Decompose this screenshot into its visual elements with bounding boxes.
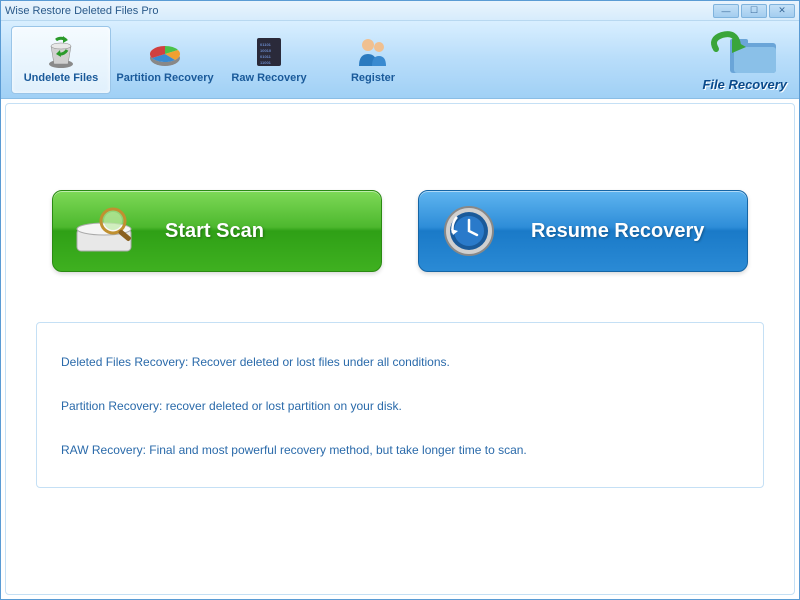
maximize-button[interactable]: ☐	[741, 4, 767, 18]
toolbar-raw-recovery[interactable]: 01101100100101111001 Raw Recovery	[219, 26, 319, 94]
start-scan-label: Start Scan	[165, 220, 381, 243]
info-partition: Partition Recovery: recover deleted or l…	[61, 397, 739, 415]
app-window: Wise Restore Deleted Files Pro — ☐ ✕ Und…	[0, 0, 800, 600]
toolbar-register[interactable]: Register	[323, 26, 423, 94]
svg-text:11001: 11001	[260, 60, 272, 65]
folder-arrow-icon	[708, 29, 782, 75]
toolbar-label: Register	[351, 72, 395, 84]
toolbar: Undelete Files Partition Recovery 011011…	[1, 21, 799, 99]
toolbar-label: Undelete Files	[24, 72, 99, 84]
recycle-bin-icon	[41, 34, 81, 70]
window-controls: — ☐ ✕	[713, 4, 795, 18]
start-scan-button[interactable]: Start Scan	[52, 190, 382, 272]
binary-icon: 01101100100101111001	[249, 34, 289, 70]
content: Start Scan Resume Recovery Deleted Files…	[1, 99, 799, 599]
minimize-button[interactable]: —	[713, 4, 739, 18]
resume-recovery-label: Resume Recovery	[531, 220, 747, 243]
svg-text:01101: 01101	[260, 42, 272, 47]
window-title: Wise Restore Deleted Files Pro	[5, 5, 713, 17]
toolbar-label: Partition Recovery	[116, 72, 213, 84]
pie-chart-icon	[145, 34, 185, 70]
toolbar-undelete-files[interactable]: Undelete Files	[11, 26, 111, 94]
toolbar-label: Raw Recovery	[231, 72, 306, 84]
main-panel: Start Scan Resume Recovery Deleted Files…	[5, 103, 795, 595]
titlebar: Wise Restore Deleted Files Pro — ☐ ✕	[1, 1, 799, 21]
info-deleted-files: Deleted Files Recovery: Recover deleted …	[61, 353, 739, 371]
info-raw: RAW Recovery: Final and most powerful re…	[61, 441, 739, 459]
svg-text:10010: 10010	[260, 48, 272, 53]
close-button[interactable]: ✕	[769, 4, 795, 18]
action-row: Start Scan Resume Recovery	[36, 190, 764, 272]
brand-label: File Recovery	[702, 77, 787, 92]
toolbar-partition-recovery[interactable]: Partition Recovery	[115, 26, 215, 94]
drive-magnify-icon	[73, 203, 143, 259]
brand: File Recovery	[702, 29, 787, 92]
clock-restore-icon	[439, 203, 509, 259]
svg-text:01011: 01011	[260, 54, 272, 59]
info-box: Deleted Files Recovery: Recover deleted …	[36, 322, 764, 488]
users-icon	[353, 34, 393, 70]
resume-recovery-button[interactable]: Resume Recovery	[418, 190, 748, 272]
